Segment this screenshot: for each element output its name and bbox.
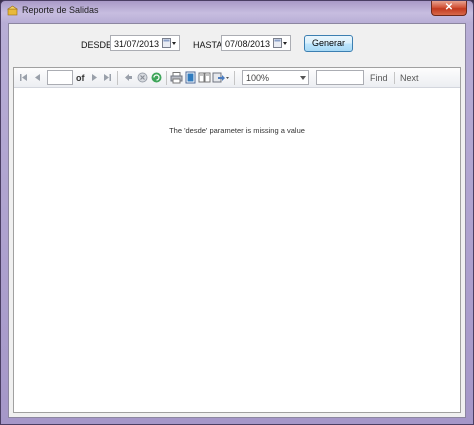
next-page-icon[interactable] (88, 71, 101, 84)
hasta-date-value: 07/08/2013 (225, 39, 271, 49)
page-number-input[interactable] (47, 70, 73, 85)
report-viewer: of 100% Find Next The 'desde' parameter … (13, 67, 461, 413)
find-link[interactable]: Find (370, 73, 388, 83)
print-icon[interactable] (170, 71, 183, 84)
toolbar-separator (117, 71, 118, 85)
close-button[interactable]: ✕ (431, 1, 467, 16)
next-link[interactable]: Next (400, 73, 419, 83)
print-layout-icon[interactable] (184, 71, 197, 84)
page-of-label: of (76, 73, 85, 83)
desde-date-value: 31/07/2013 (114, 39, 160, 49)
report-error-message: The 'desde' parameter is missing a value (169, 126, 305, 135)
stop-icon[interactable] (136, 71, 149, 84)
find-text-input[interactable] (316, 70, 364, 85)
generar-button[interactable]: Generar (304, 35, 353, 52)
report-toolbar: of 100% Find Next (14, 68, 460, 88)
last-page-icon[interactable] (101, 71, 114, 84)
toolbar-separator (166, 71, 167, 85)
calendar-dropdown-icon[interactable] (162, 38, 177, 49)
zoom-select[interactable]: 100% (242, 70, 309, 85)
hasta-label: HASTA (193, 40, 223, 50)
window-title: Reporte de Salidas (22, 5, 99, 15)
zoom-value: 100% (246, 73, 270, 83)
parameter-panel: DESDE 31/07/2013 HASTA 07/08/2013 Genera… (9, 24, 465, 64)
chevron-down-icon (300, 76, 306, 80)
export-dropdown-icon[interactable] (212, 71, 230, 84)
calendar-dropdown-icon[interactable] (273, 38, 288, 49)
toolbar-separator (234, 71, 235, 85)
desde-label: DESDE (81, 40, 113, 50)
close-icon: ✕ (444, 2, 454, 13)
back-icon[interactable] (122, 71, 135, 84)
app-window: Reporte de Salidas ✕ DESDE 31/07/2013 HA… (0, 0, 474, 425)
first-page-icon[interactable] (17, 71, 30, 84)
title-bar[interactable]: Reporte de Salidas ✕ (1, 1, 473, 21)
find-separator (394, 72, 395, 84)
page-setup-icon[interactable] (198, 71, 211, 84)
hasta-date-picker[interactable]: 07/08/2013 (221, 35, 291, 51)
refresh-icon[interactable] (150, 71, 163, 84)
form-client-area: DESDE 31/07/2013 HASTA 07/08/2013 Genera… (8, 23, 466, 418)
previous-page-icon[interactable] (31, 71, 44, 84)
app-icon (7, 5, 18, 16)
desde-date-picker[interactable]: 31/07/2013 (110, 35, 180, 51)
